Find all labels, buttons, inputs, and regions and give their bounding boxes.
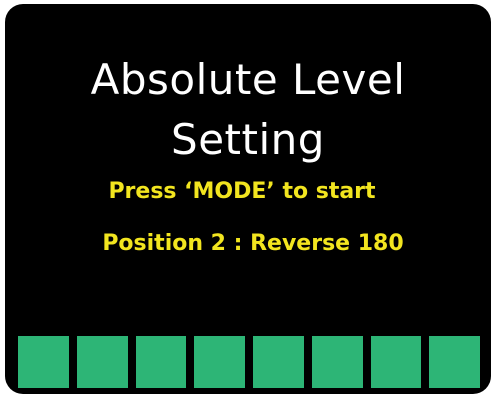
progress-segment-8 [429, 336, 480, 388]
progress-segment-6 [311, 336, 363, 388]
progress-bar [18, 336, 480, 388]
device-display: Absolute Level Setting Press ‘MODE’ to s… [5, 4, 491, 394]
progress-segment-1 [18, 336, 69, 388]
progress-segment-2 [76, 336, 128, 388]
progress-segment-5 [253, 336, 304, 388]
progress-segment-3 [135, 336, 187, 388]
progress-segment-7 [370, 336, 422, 388]
screen-title-line1: Absolute Level [90, 55, 406, 104]
screen-title-line2: Setting [171, 115, 325, 164]
start-instruction: Press ‘MODE’ to start [108, 179, 376, 204]
position-status: Position 2 : Reverse 180 [102, 231, 404, 256]
progress-segment-4 [194, 336, 245, 388]
